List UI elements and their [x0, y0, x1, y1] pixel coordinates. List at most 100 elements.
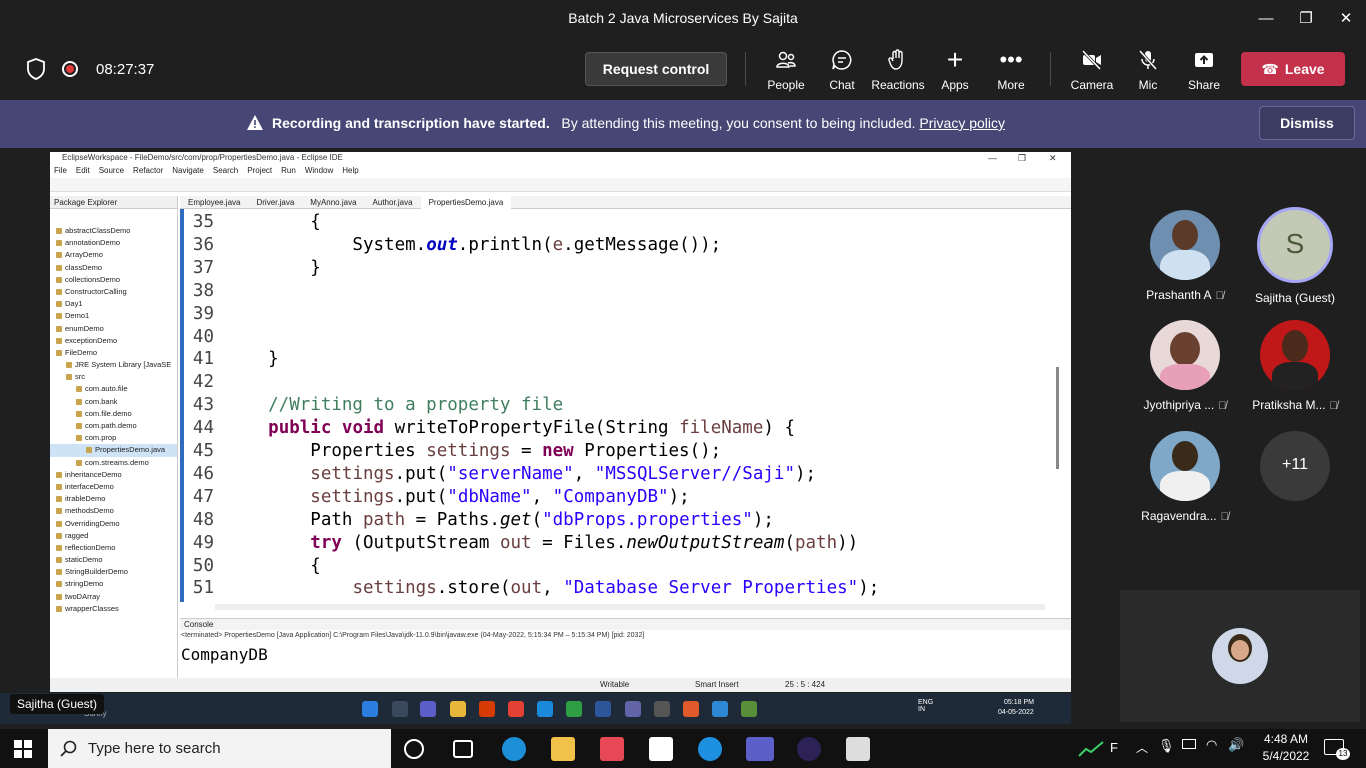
- code-line[interactable]: 48 Path path = Paths.get("dbProps.proper…: [180, 509, 774, 532]
- package-item[interactable]: wrapperClasses: [50, 603, 177, 615]
- eclipse-menu-item[interactable]: Edit: [76, 166, 90, 175]
- maximize-button[interactable]: ❐: [1286, 6, 1326, 32]
- code-line[interactable]: 49 try (OutputStream out = Files.newOutp…: [180, 532, 858, 555]
- privacy-policy-link[interactable]: Privacy policy: [919, 115, 1005, 131]
- package-item[interactable]: OverridingDemo: [50, 518, 177, 530]
- package-item[interactable]: ArrayDemo: [50, 249, 177, 261]
- store-icon[interactable]: [600, 737, 624, 761]
- taskbar-search-box[interactable]: Type here to search: [48, 729, 391, 768]
- code-line[interactable]: 38: [180, 280, 226, 303]
- package-item[interactable]: collectionsDemo: [50, 274, 177, 286]
- apps-button[interactable]: + Apps: [927, 46, 983, 94]
- mail-icon[interactable]: [649, 737, 673, 761]
- dismiss-button[interactable]: Dismiss: [1259, 106, 1355, 140]
- code-line[interactable]: 35 {: [180, 211, 321, 234]
- taskbar-clock[interactable]: 4:48 AM 5/4/2022: [1256, 731, 1316, 765]
- editor-vertical-scrollbar[interactable]: [1056, 367, 1059, 469]
- volume-icon[interactable]: 🔊: [1228, 737, 1244, 753]
- code-line[interactable]: 40: [180, 326, 226, 349]
- package-item[interactable]: staticDemo: [50, 554, 177, 566]
- code-line[interactable]: 36 System.out.println(e.getMessage());: [180, 234, 721, 257]
- code-line[interactable]: 42: [180, 371, 226, 394]
- code-line[interactable]: 45 Properties settings = new Properties(…: [180, 440, 721, 463]
- package-item[interactable]: itrableDemo: [50, 493, 177, 505]
- editor-tab[interactable]: PropertiesDemo.java: [420, 196, 512, 209]
- stock-chart-icon[interactable]: [1078, 741, 1104, 757]
- package-item[interactable]: Demo1: [50, 310, 177, 322]
- more-participants-button[interactable]: +11: [1245, 431, 1345, 501]
- package-item[interactable]: JRE System Library [JavaSE: [50, 359, 177, 371]
- package-item[interactable]: com.path.demo: [50, 420, 177, 432]
- package-item[interactable]: methodsDemo: [50, 505, 177, 517]
- eclipse-menu-item[interactable]: Search: [213, 166, 238, 175]
- package-item[interactable]: abstractClassDemo: [50, 225, 177, 237]
- close-button[interactable]: ✕: [1326, 6, 1366, 32]
- participant-tile[interactable]: S Sajitha (Guest): [1245, 207, 1345, 305]
- eclipse-menu-item[interactable]: Navigate: [172, 166, 204, 175]
- tray-mic-icon[interactable]: 🎙: [1158, 738, 1175, 754]
- editor-tab[interactable]: Author.java: [365, 196, 421, 209]
- eclipse-maximize-icon[interactable]: ❐: [1018, 152, 1026, 164]
- wifi-icon[interactable]: ◠: [1206, 737, 1217, 753]
- tray-chevron-icon[interactable]: ︿: [1136, 739, 1148, 756]
- more-button[interactable]: ••• More: [983, 48, 1039, 94]
- package-item[interactable]: inheritanceDemo: [50, 469, 177, 481]
- package-item[interactable]: src: [50, 371, 177, 383]
- participant-tile[interactable]: Prashanth A 🎙̸: [1135, 210, 1235, 302]
- editor-horizontal-scrollbar[interactable]: [215, 604, 1045, 610]
- participant-tile[interactable]: Ragavendra... 🎙̸: [1135, 431, 1235, 523]
- code-line[interactable]: 39: [180, 303, 226, 326]
- package-item[interactable]: ragged: [50, 530, 177, 542]
- package-item[interactable]: interfaceDemo: [50, 481, 177, 493]
- battery-icon[interactable]: [1182, 739, 1196, 749]
- task-view-icon[interactable]: [453, 740, 473, 758]
- package-item[interactable]: annotationDemo: [50, 237, 177, 249]
- package-item[interactable]: PropertiesDemo.java: [50, 444, 177, 457]
- edge-icon[interactable]: [502, 737, 526, 761]
- package-explorer-tab[interactable]: Package Explorer: [50, 196, 177, 209]
- package-item[interactable]: StringBuilderDemo: [50, 566, 177, 578]
- reactions-button[interactable]: Reactions: [870, 48, 926, 94]
- package-item[interactable]: stringDemo: [50, 578, 177, 590]
- eclipse-menu-item[interactable]: Refactor: [133, 166, 163, 175]
- eclipse-menu-item[interactable]: File: [54, 166, 67, 175]
- mic-button[interactable]: Mic: [1120, 48, 1176, 94]
- package-item[interactable]: exceptionDemo: [50, 335, 177, 347]
- eclipse-menu-item[interactable]: Source: [99, 166, 124, 175]
- eclipse-minimize-icon[interactable]: —: [988, 152, 997, 164]
- code-line[interactable]: 43 //Writing to a property file: [180, 394, 563, 417]
- camera-button[interactable]: Camera: [1064, 48, 1120, 94]
- code-line[interactable]: 46 settings.put("serverName", "MSSQLServ…: [180, 463, 816, 486]
- code-line[interactable]: 44 public void writeToPropertyFile(Strin…: [180, 417, 795, 440]
- code-line[interactable]: 50 {: [180, 555, 321, 578]
- package-item[interactable]: classDemo: [50, 262, 177, 274]
- windows-start-icon[interactable]: [14, 740, 32, 758]
- package-item[interactable]: com.streams.demo: [50, 457, 177, 469]
- eclipse-menu-item[interactable]: Window: [305, 166, 333, 175]
- code-line[interactable]: 47 settings.put("dbName", "CompanyDB");: [180, 486, 690, 509]
- code-line[interactable]: 51 settings.store(out, "Database Server …: [180, 577, 879, 600]
- package-item[interactable]: com.bank: [50, 396, 177, 408]
- package-item[interactable]: com.file.demo: [50, 408, 177, 420]
- cortana-icon[interactable]: [404, 739, 424, 759]
- editor-tab[interactable]: MyAnno.java: [302, 196, 364, 209]
- share-button[interactable]: Share: [1176, 48, 1232, 94]
- eclipse-close-icon[interactable]: ✕: [1049, 152, 1057, 164]
- leave-button[interactable]: ☎ Leave: [1241, 52, 1345, 86]
- eclipse-menu-item[interactable]: Run: [281, 166, 296, 175]
- code-line[interactable]: 41 }: [180, 348, 279, 371]
- package-item[interactable]: Day1: [50, 298, 177, 310]
- package-item[interactable]: ConstructorCalling: [50, 286, 177, 298]
- participant-tile[interactable]: Jyothipriya ... 🎙̸: [1135, 320, 1235, 412]
- weather-widget[interactable]: F: [1110, 740, 1118, 755]
- package-item[interactable]: com.prop: [50, 432, 177, 444]
- package-item[interactable]: com.auto.file: [50, 383, 177, 395]
- participant-tile[interactable]: Pratiksha M... 🎙̸: [1245, 320, 1345, 412]
- teams-icon[interactable]: [746, 737, 774, 761]
- editor-tab[interactable]: Driver.java: [248, 196, 302, 209]
- eclipse-menu-item[interactable]: Help: [342, 166, 358, 175]
- package-item[interactable]: twoDArray: [50, 591, 177, 603]
- request-control-button[interactable]: Request control: [585, 52, 727, 86]
- file-explorer-icon[interactable]: [551, 737, 575, 761]
- code-line[interactable]: 37 }: [180, 257, 321, 280]
